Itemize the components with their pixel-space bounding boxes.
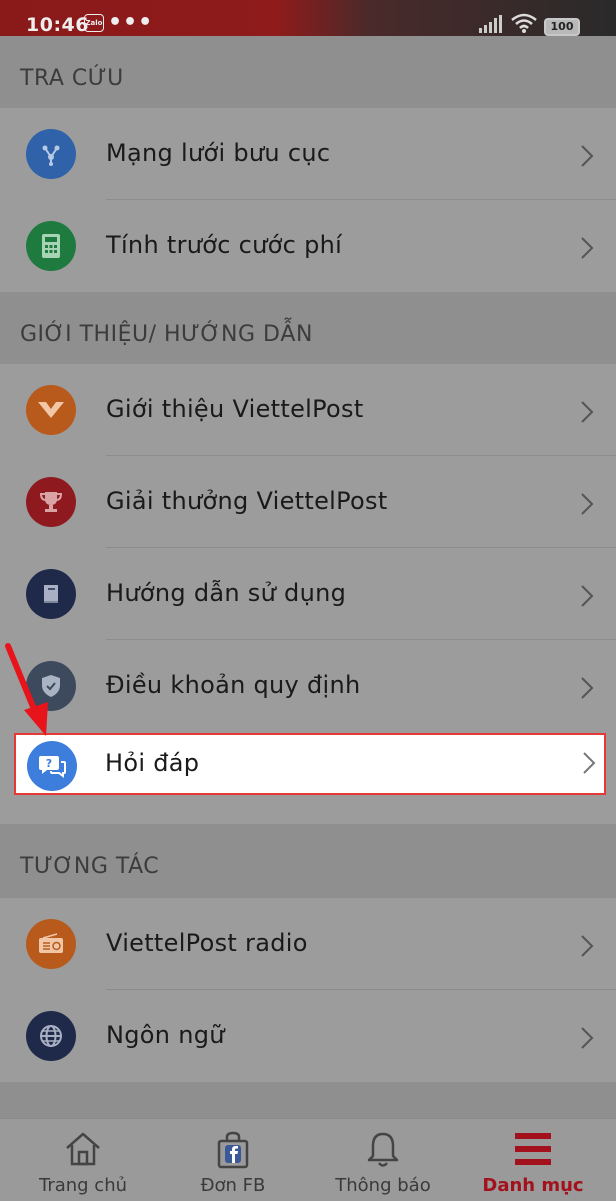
status-bar: 10:46 Zalo ••• 100 xyxy=(0,0,616,36)
section-header-tra-cuu: TRA CỨU xyxy=(0,36,616,108)
menu-item-label: Ngôn ngữ xyxy=(106,1021,225,1049)
tab-danh-muc[interactable]: Danh mục xyxy=(458,1119,608,1201)
menu-item-gioi-thieu-viettelpost[interactable]: Giới thiệu ViettelPost xyxy=(0,364,616,456)
bell-icon xyxy=(367,1132,399,1167)
menu-item-mang-luoi-buu-cuc[interactable]: Mạng lưới bưu cục xyxy=(0,108,616,200)
wifi-icon xyxy=(511,13,537,33)
menu-item-label: Hỏi đáp xyxy=(105,749,200,777)
section-header-gioi-thieu: GIỚI THIỆU/ HƯỚNG DẪN xyxy=(0,292,616,364)
menu-item-ngon-ngu[interactable]: Ngôn ngữ xyxy=(0,990,616,1082)
menu-item-huong-dan-su-dung[interactable]: Hướng dẫn sử dụng xyxy=(0,548,616,640)
chevron-right-icon xyxy=(581,493,594,515)
chevron-right-icon xyxy=(581,1027,594,1049)
chevron-right-icon xyxy=(581,935,594,957)
annotation-arrow-icon xyxy=(5,643,48,736)
tab-label: Danh mục xyxy=(482,1175,584,1196)
home-icon xyxy=(66,1132,100,1166)
signal-icon xyxy=(479,15,502,33)
section-header-tuong-tac: TƯƠNG TÁC xyxy=(0,824,616,898)
menu-item-label: ViettelPost radio xyxy=(106,929,308,957)
menu-item-dieu-khoan-quy-dinh[interactable]: Điều khoản quy định xyxy=(0,640,616,732)
menu-item-hoi-dap[interactable]: ? Hỏi đáp xyxy=(14,733,606,795)
menu-item-label: Tính trước cước phí xyxy=(106,231,343,259)
chevron-right-icon xyxy=(583,752,596,774)
menu-item-label: Giải thưởng ViettelPost xyxy=(106,487,388,515)
globe-icon xyxy=(26,1011,76,1061)
chevron-right-icon xyxy=(581,145,594,167)
list-footer-spacer xyxy=(0,1082,616,1118)
tab-thong-bao[interactable]: Thông báo xyxy=(308,1119,458,1201)
book-icon xyxy=(26,569,76,619)
faq-chat-icon: ? xyxy=(27,741,77,791)
menu-item-label: Giới thiệu ViettelPost xyxy=(106,395,364,423)
section-title: GIỚI THIỆU/ HƯỚNG DẪN xyxy=(20,322,313,347)
zalo-icon: Zalo xyxy=(84,14,104,32)
tab-don-fb[interactable]: Đơn FB xyxy=(158,1119,308,1201)
chevron-right-icon xyxy=(581,237,594,259)
more-notifications-icon: ••• xyxy=(108,10,154,35)
tab-label: Đơn FB xyxy=(200,1175,266,1196)
chevron-right-icon xyxy=(581,677,594,699)
menu-item-viettelpost-radio[interactable]: ViettelPost radio xyxy=(0,898,616,990)
section-title: TƯƠNG TÁC xyxy=(20,854,160,879)
trophy-icon xyxy=(26,477,76,527)
menu-item-label: Điều khoản quy định xyxy=(106,671,361,699)
tab-trang-chu[interactable]: Trang chủ xyxy=(8,1119,158,1201)
facebook-bag-icon xyxy=(217,1131,249,1169)
status-time: 10:46 xyxy=(26,14,89,36)
network-icon xyxy=(26,129,76,179)
menu-item-label: Hướng dẫn sử dụng xyxy=(106,579,347,607)
battery-indicator: 100 xyxy=(544,18,580,36)
calculator-icon xyxy=(26,221,76,271)
chevron-right-icon xyxy=(581,401,594,423)
radio-icon xyxy=(26,919,76,969)
bottom-tab-bar: Trang chủ Đơn FB Thông báo Danh mục xyxy=(0,1118,616,1201)
section-title: TRA CỨU xyxy=(20,66,124,91)
menu-item-label: Mạng lưới bưu cục xyxy=(106,139,331,167)
tab-label: Thông báo xyxy=(335,1175,431,1196)
menu-item-tinh-truoc-cuoc-phi[interactable]: Tính trước cước phí xyxy=(0,200,616,292)
tab-label: Trang chủ xyxy=(38,1175,128,1196)
svg-text:?: ? xyxy=(46,757,52,770)
menu-item-giai-thuong-viettelpost[interactable]: Giải thưởng ViettelPost xyxy=(0,456,616,548)
chevron-right-icon xyxy=(581,585,594,607)
viettelpost-logo-icon xyxy=(26,385,76,435)
menu-icon xyxy=(515,1133,551,1165)
